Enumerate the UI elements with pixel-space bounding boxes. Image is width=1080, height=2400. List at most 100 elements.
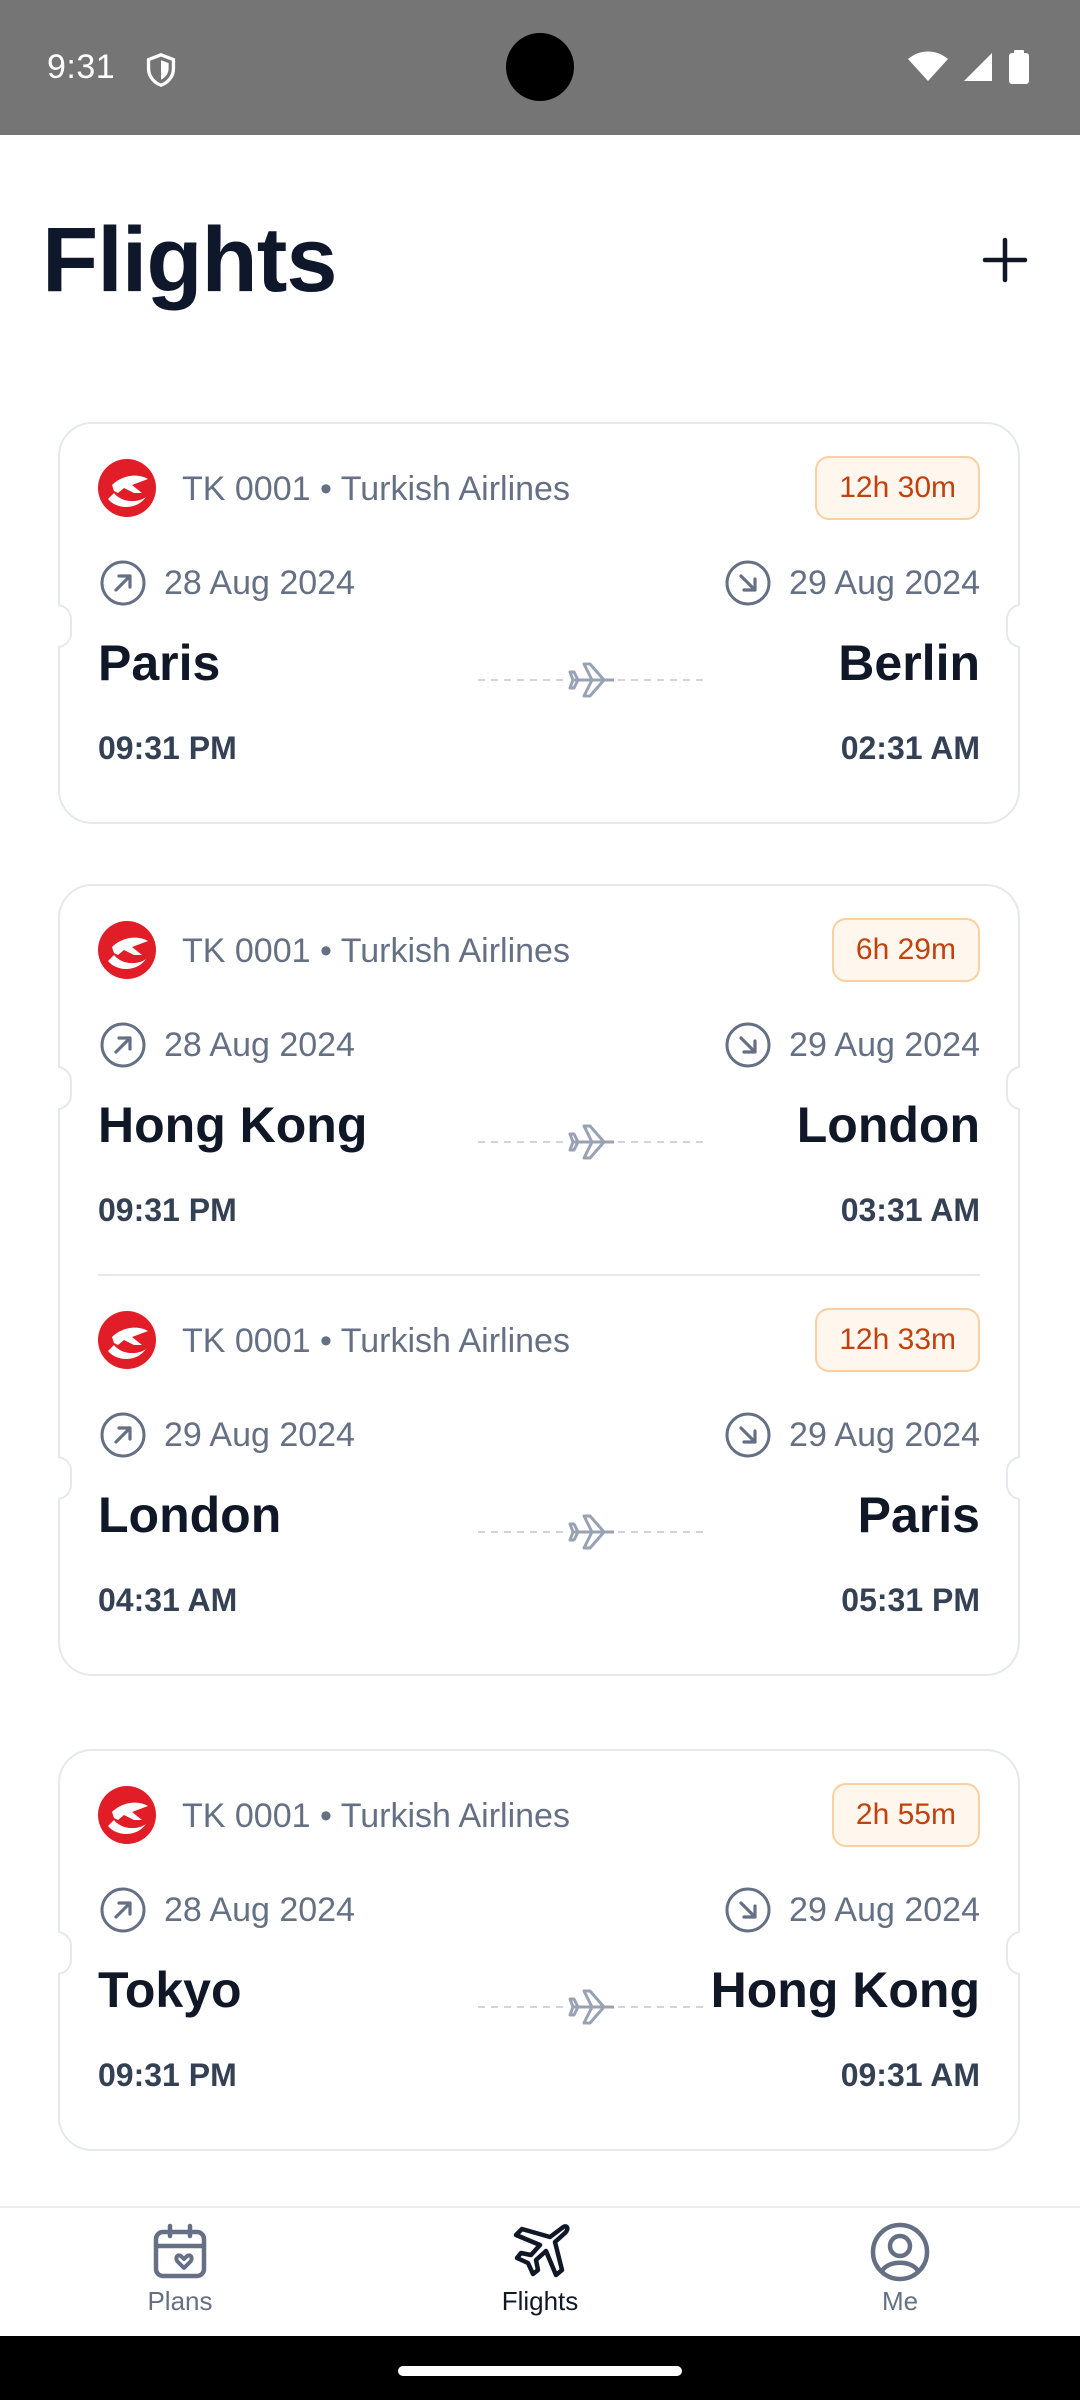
date-row: 29 Aug 2024 29 Aug 2024 [98, 1410, 980, 1462]
ticket-notch [1006, 1931, 1020, 1975]
arrival-date-text: 29 Aug 2024 [789, 1890, 980, 1929]
arrival-time: 09:31 AM [840, 2057, 980, 2093]
arrival-date-text: 29 Aug 2024 [789, 1415, 980, 1454]
departure-city: Tokyo [98, 1962, 242, 2018]
airline-logo [98, 1786, 156, 1844]
wifi-icon [908, 51, 948, 81]
city-row: Paris Berlin [98, 634, 980, 704]
nav-item-me[interactable]: Me [800, 2208, 1000, 2338]
airline-logo [98, 459, 156, 517]
camera-cutout [506, 33, 574, 101]
arrival-time: 03:31 AM [840, 1192, 980, 1228]
flight-segment[interactable]: TK 0001 • Turkish Airlines 6h 29m 28 Aug… [60, 886, 1018, 1276]
departure-arrow-icon [100, 1412, 146, 1458]
route-plane-icon [478, 1989, 708, 2025]
shield-icon [146, 52, 176, 87]
nav-item-plans[interactable]: Plans [80, 2208, 280, 2338]
route-plane-icon [478, 1124, 708, 1160]
arrival-time: 02:31 AM [840, 730, 980, 766]
arrival-date: 29 Aug 2024 [723, 1410, 980, 1460]
city-row: Tokyo Hong Kong [98, 1961, 980, 2031]
date-row: 28 Aug 2024 29 Aug 2024 [98, 1020, 980, 1072]
departure-arrow-icon [100, 1022, 146, 1068]
flight-card[interactable]: TK 0001 • Turkish Airlines 2h 55m 28 Aug… [58, 1749, 1020, 2151]
segment-header: TK 0001 • Turkish Airlines 6h 29m [98, 918, 980, 982]
status-time: 9:31 [47, 48, 116, 86]
add-flight-button[interactable] [975, 230, 1035, 290]
flight-card[interactable]: TK 0001 • Turkish Airlines 6h 29m 28 Aug… [58, 884, 1020, 1676]
nav-label-plans: Plans [147, 2286, 213, 2316]
segment-header: TK 0001 • Turkish Airlines 12h 30m [98, 456, 980, 520]
arrival-arrow-icon [725, 1412, 771, 1458]
arrival-date: 29 Aug 2024 [723, 1885, 980, 1935]
departure-time: 09:31 PM [98, 730, 237, 766]
route-plane-icon [478, 1514, 708, 1550]
time-row: 04:31 AM 05:31 PM [98, 1582, 980, 1632]
status-bar: 9:31 [0, 0, 1080, 135]
flight-segment[interactable]: TK 0001 • Turkish Airlines 12h 30m 28 Au… [60, 424, 1018, 814]
departure-date: 28 Aug 2024 [98, 558, 355, 608]
airline-label: TK 0001 • Turkish Airlines [182, 1797, 570, 1835]
departure-time: 09:31 PM [98, 2057, 237, 2093]
airline-label: TK 0001 • Turkish Airlines [182, 1322, 570, 1360]
home-indicator[interactable] [398, 2366, 682, 2376]
ticket-notch [58, 604, 72, 648]
nav-label-flights: Flights [501, 2286, 579, 2316]
arrival-city: Paris [857, 1487, 980, 1543]
date-row: 28 Aug 2024 29 Aug 2024 [98, 558, 980, 610]
battery-icon [1009, 50, 1029, 84]
departure-time: 09:31 PM [98, 1192, 237, 1228]
departure-city: London [98, 1487, 282, 1543]
airplane-icon [513, 2224, 570, 2278]
airline-logo [98, 1311, 156, 1369]
nav-label-me: Me [881, 2286, 919, 2316]
departure-date-text: 28 Aug 2024 [164, 1890, 355, 1929]
status-icons [908, 50, 1030, 84]
airline-logo [98, 921, 156, 979]
duration-badge: 2h 55m [831, 1783, 980, 1847]
flight-segment[interactable]: TK 0001 • Turkish Airlines 12h 33m 29 Au… [60, 1276, 1018, 1666]
arrival-date-text: 29 Aug 2024 [789, 563, 980, 602]
flight-card[interactable]: TK 0001 • Turkish Airlines 12h 30m 28 Au… [58, 422, 1020, 824]
departure-arrow-icon [100, 560, 146, 606]
nav-item-flights[interactable]: Flights [440, 2208, 640, 2338]
page-title: Flights [42, 209, 338, 311]
airline-label: TK 0001 • Turkish Airlines [182, 470, 570, 508]
departure-arrow-icon [100, 1887, 146, 1933]
arrival-arrow-icon [725, 1887, 771, 1933]
ticket-notch [58, 1931, 72, 1975]
city-row: London Paris [98, 1486, 980, 1556]
segment-header: TK 0001 • Turkish Airlines 2h 55m [98, 1783, 980, 1847]
departure-date-text: 28 Aug 2024 [164, 1025, 355, 1064]
departure-date: 28 Aug 2024 [98, 1020, 355, 1070]
segment-header: TK 0001 • Turkish Airlines 12h 33m [98, 1308, 980, 1372]
time-row: 09:31 PM 09:31 AM [98, 2057, 980, 2107]
flight-segment[interactable]: TK 0001 • Turkish Airlines 2h 55m 28 Aug… [60, 1751, 1018, 2141]
plus-icon [982, 237, 1028, 283]
arrival-city: Hong Kong [710, 1962, 980, 2018]
duration-badge: 12h 30m [815, 456, 980, 520]
time-row: 09:31 PM 02:31 AM [98, 730, 980, 780]
time-row: 09:31 PM 03:31 AM [98, 1192, 980, 1242]
route-plane-icon [478, 662, 708, 698]
arrival-time: 05:31 PM [841, 1582, 980, 1618]
departure-date-text: 28 Aug 2024 [164, 563, 355, 602]
duration-badge: 12h 33m [815, 1308, 980, 1372]
city-row: Hong Kong London [98, 1096, 980, 1166]
bottom-nav: Plans Flights Me [0, 2206, 1080, 2336]
arrival-city: London [796, 1097, 980, 1153]
duration-badge: 6h 29m [831, 918, 980, 982]
departure-date: 28 Aug 2024 [98, 1885, 355, 1935]
departure-city: Hong Kong [98, 1097, 368, 1153]
ticket-notch [58, 1066, 72, 1110]
departure-date-text: 29 Aug 2024 [164, 1415, 355, 1454]
calendar-heart-icon [153, 2223, 207, 2279]
departure-city: Paris [98, 635, 221, 691]
arrival-city: Berlin [838, 635, 980, 691]
ticket-notch [1006, 1456, 1020, 1500]
airline-label: TK 0001 • Turkish Airlines [182, 932, 570, 970]
departure-date: 29 Aug 2024 [98, 1410, 355, 1460]
arrival-date: 29 Aug 2024 [723, 558, 980, 608]
ticket-notch [58, 1456, 72, 1500]
ticket-notch [1006, 1066, 1020, 1110]
